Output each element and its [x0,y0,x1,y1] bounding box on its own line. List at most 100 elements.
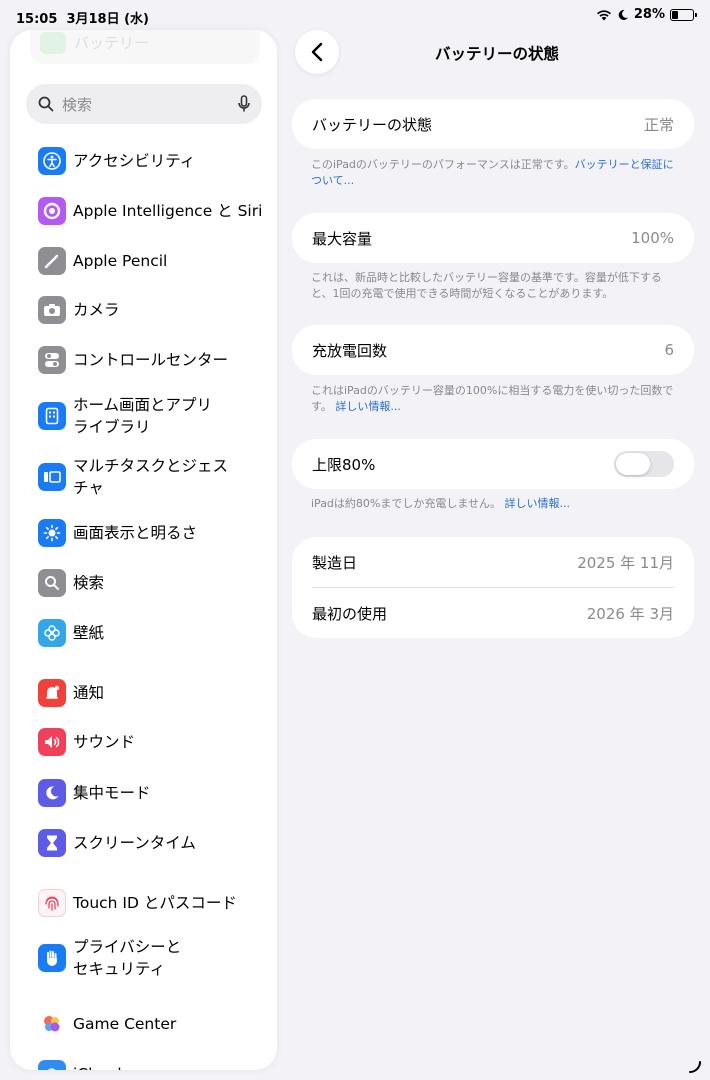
search-placeholder: 検索 [62,95,93,114]
wifi-icon [596,9,611,20]
sidebar-item-label: Apple Intelligence と Siri [73,202,263,220]
sidebar-item-pencil[interactable]: Apple Pencil [10,247,277,275]
manufacture-label: 製造日 [312,553,358,572]
focus-moon-icon [38,779,66,807]
battery-state-card: バッテリーの状態 正常 [292,99,694,149]
sidebar-item-label: Apple Pencil [73,252,168,270]
sidebar-item-label: 画面表示と明るさ [73,524,198,542]
hourglass-icon [38,829,66,857]
max-capacity-label: 最大容量 [312,229,373,248]
sidebar-item-brightness[interactable]: 画面表示と明るさ [10,519,277,547]
sidebar-item-search[interactable]: 検索 [10,569,277,597]
cycle-count-info-link[interactable]: 詳しい情報... [335,400,401,413]
sidebar-item-label: スクリーンタイム [73,834,196,852]
sidebar-item-label: 集中モード [73,784,151,802]
sidebar-item-label: 通知 [73,684,105,702]
battery-icon [670,8,697,21]
sidebar-item-fingerprint[interactable]: Touch ID とパスコード [10,889,277,917]
battery-settings-icon [40,32,66,54]
sidebar-item-home-screen[interactable]: ホーム画面とアプリ ライブラリ [10,394,277,438]
cycle-count-card: 充放電回数 6 [292,325,694,375]
sidebar-item-notifications[interactable]: 通知 [10,679,277,707]
sidebar-item-label: バッテリー [74,34,150,52]
sidebar-item-label: マルチタスクとジェス チャ [73,457,229,497]
date-text: 3月18日 (水) [66,12,149,27]
sidebar-item-game-center[interactable]: Game Center [10,1010,277,1038]
sidebar-item-label: iCloud [73,1063,122,1070]
limit-info-link[interactable]: 詳しい情報... [505,497,571,510]
sidebar-item-control-center[interactable]: コントロールセンター [10,346,277,374]
sidebar-item-focus-moon[interactable]: 集中モード [10,779,277,807]
status-time: 15:05 3月18日 (水) [16,8,149,27]
limit-note-text: iPadは約80%までしか充電しません。 [311,497,502,510]
status-bar: 15:05 3月18日 (水) 28% [0,0,710,30]
cycle-count-note: これはiPadのバッテリー容量の100%に相当する電力を使い切った回数です。 詳… [311,383,681,415]
battery-state-note-text: このiPadのバッテリーのパフォーマンスは正常です。 [311,158,575,171]
battery-state-value: 正常 [643,115,674,134]
sidebar-item-label: Game Center [73,1015,177,1033]
limit-toggle[interactable] [614,451,674,477]
page-title: バッテリーの状態 [434,45,559,63]
sidebar-item-wallpaper[interactable]: 壁紙 [10,619,277,647]
battery-state-label: バッテリーの状態 [312,115,433,134]
battery-state-row: バッテリーの状態 正常 [292,99,694,149]
sidebar-item-sound[interactable]: サウンド [10,728,277,756]
game-center-icon [38,1010,66,1038]
sidebar-item-label: サウンド [73,733,136,751]
accessibility-icon [38,147,66,175]
limit-label: 上限80% [312,455,376,474]
sidebar-item-battery[interactable]: バッテリー [30,30,260,64]
sidebar-item-label: カメラ [73,301,120,319]
icloud-icon [38,1060,66,1070]
search-icon [38,569,66,597]
sidebar-item-accessibility[interactable]: アクセシビリティ [10,147,277,175]
multitasking-icon [38,463,66,491]
notifications-icon [38,679,66,707]
manufacture-value: 2025 年 11月 [577,553,674,572]
sidebar-item-label: プライバシーと セキュリティ [73,938,182,978]
sidebar: バッテリー 検索 アクセシビリティ Apple Intelligence と Si… [10,30,277,1070]
search-input[interactable]: 検索 [26,84,262,124]
sidebar-item-label: Touch ID とパスコード [73,894,237,912]
status-right: 28% [596,7,697,22]
max-capacity-value: 100% [631,229,674,247]
control-center-icon [38,346,66,374]
first-use-row: 最初の使用 2026 年 3月 [292,588,694,638]
sidebar-item-privacy-hand[interactable]: プライバシーと セキュリティ [10,936,277,980]
microphone-icon[interactable] [238,95,250,113]
first-use-label: 最初の使用 [312,604,388,623]
max-capacity-row: 最大容量 100% [292,213,694,263]
sidebar-item-label: ホーム画面とアプリ ライブラリ [73,396,213,436]
cycle-count-value: 6 [664,341,674,359]
limit-card: 上限80% [292,439,694,489]
first-use-value: 2026 年 3月 [586,604,674,623]
sidebar-item-multitasking[interactable]: マルチタスクとジェス チャ [10,455,277,499]
cycle-count-row: 充放電回数 6 [292,325,694,375]
camera-icon [38,296,66,324]
limit-note: iPadは約80%までしか充電しません。 詳しい情報... [311,496,681,512]
sidebar-item-label: 検索 [73,574,105,592]
wallpaper-icon [38,619,66,647]
sidebar-item-siri[interactable]: Apple Intelligence と Siri [10,197,277,225]
home-screen-icon [38,402,66,430]
dates-card: 製造日 2025 年 11月 最初の使用 2026 年 3月 [292,537,694,638]
search-icon [38,96,54,112]
manufacture-row: 製造日 2025 年 11月 [292,537,694,587]
sound-icon [38,728,66,756]
sidebar-item-hourglass[interactable]: スクリーンタイム [10,829,277,857]
privacy-hand-icon [38,944,66,972]
fingerprint-icon [38,889,66,917]
sidebar-item-camera[interactable]: カメラ [10,296,277,324]
sidebar-item-label: コントロールセンター [73,351,229,369]
limit-row: 上限80% [292,439,694,489]
sidebar-item-label: アクセシビリティ [73,152,196,170]
sidebar-item-icloud[interactable]: iCloud [10,1060,277,1070]
battery-state-note: このiPadのバッテリーのパフォーマンスは正常です。バッテリーと保証について..… [311,157,681,189]
max-capacity-card: 最大容量 100% [292,213,694,263]
moon-icon [618,9,628,20]
time-text: 15:05 [16,12,58,27]
cycle-count-label: 充放電回数 [312,341,388,360]
sidebar-item-label: 壁紙 [73,624,105,642]
home-indicator-corner [689,1061,701,1073]
toggle-knob [616,453,650,475]
